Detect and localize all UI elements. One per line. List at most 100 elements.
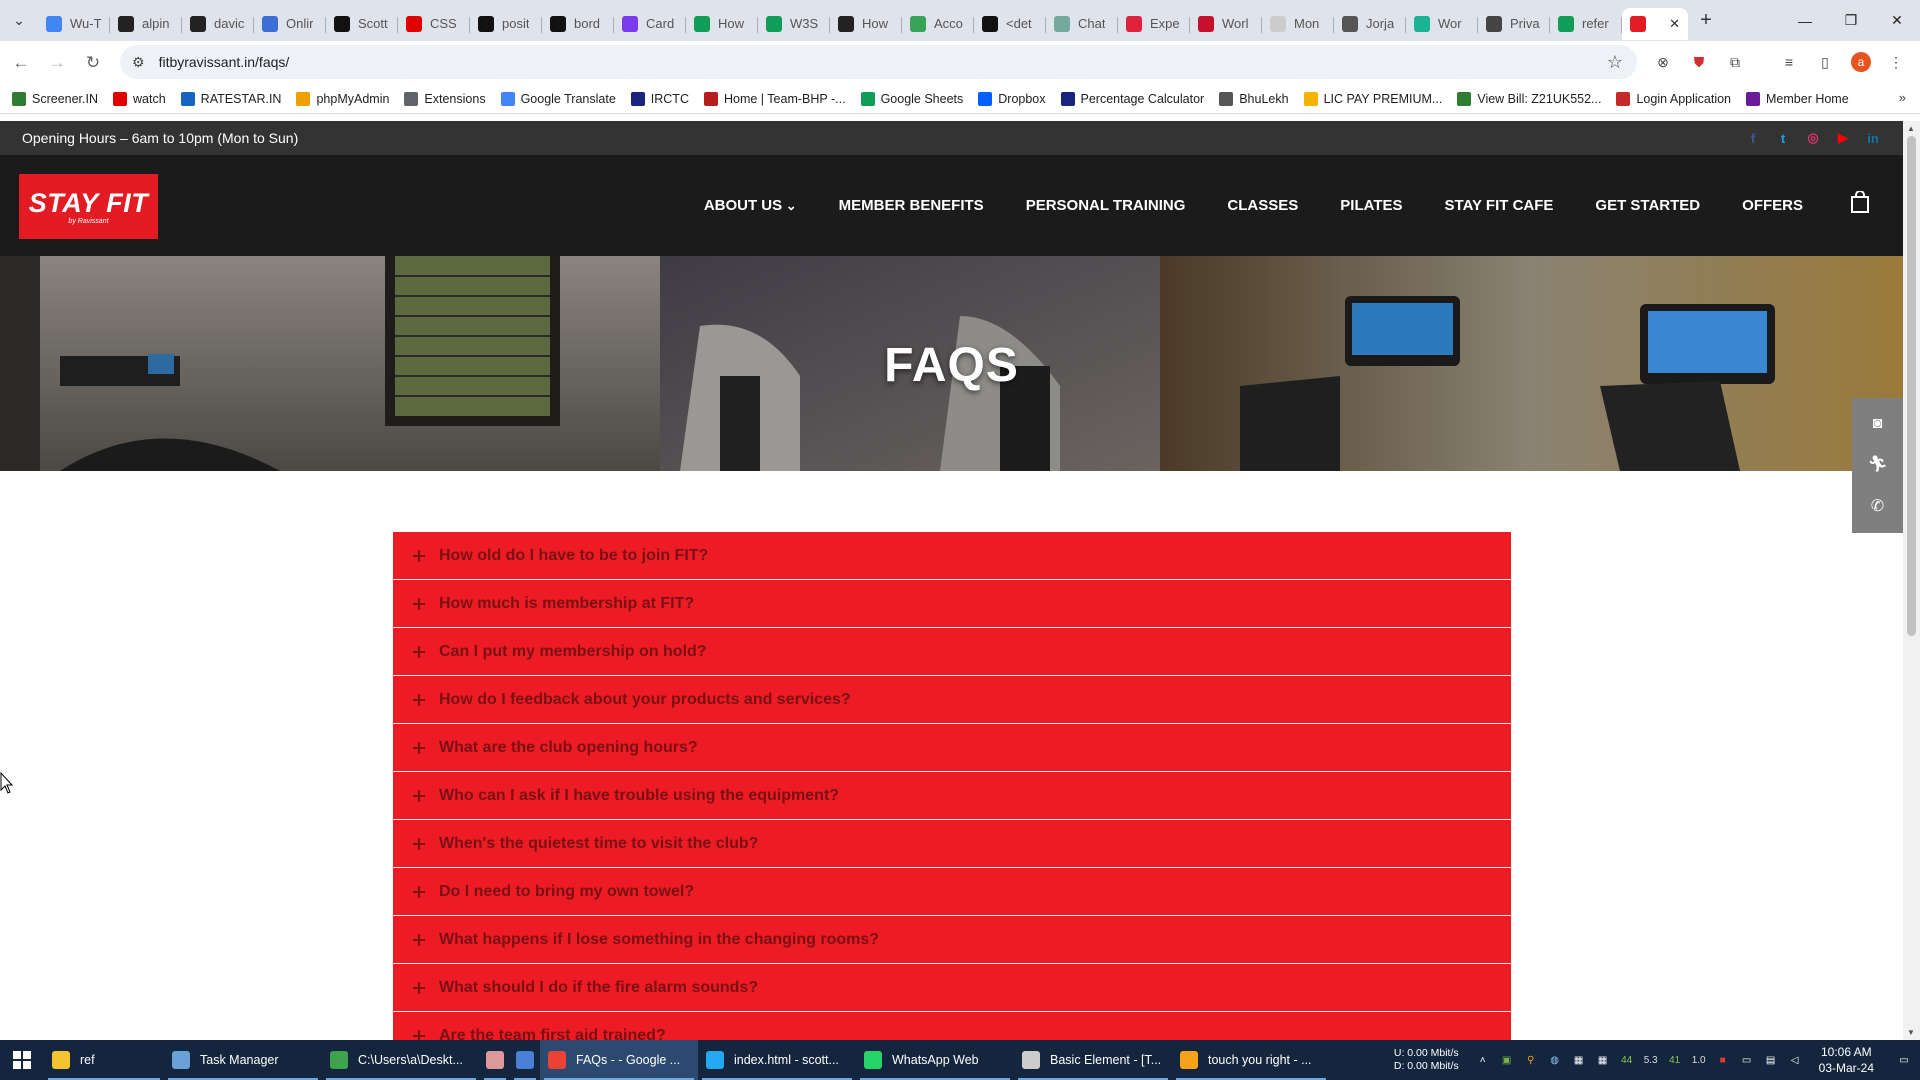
- bookmark-item[interactable]: Member Home: [1746, 91, 1849, 106]
- tray-red-app-icon[interactable]: ■: [1715, 1052, 1731, 1068]
- youtube-icon[interactable]: ▶: [1835, 130, 1851, 146]
- bookmark-item[interactable]: Dropbox: [978, 91, 1046, 106]
- browser-tab[interactable]: Priva: [1478, 8, 1550, 40]
- whatsapp-icon[interactable]: ◙: [1873, 415, 1883, 433]
- network-icon[interactable]: ▤: [1763, 1052, 1779, 1068]
- profile-avatar[interactable]: a: [1851, 52, 1871, 72]
- browser-tab[interactable]: Card: [614, 8, 686, 40]
- restore-button[interactable]: ❐: [1828, 0, 1874, 41]
- globe-icon[interactable]: ◍: [1547, 1052, 1563, 1068]
- url-text[interactable]: fitbyravissant.in/faqs/: [159, 54, 290, 70]
- address-bar[interactable]: ⚙ fitbyravissant.in/faqs/ ☆: [120, 45, 1637, 79]
- nav-item-about-us[interactable]: ABOUT US ⌄: [704, 197, 797, 214]
- bookmark-item[interactable]: BhuLekh: [1219, 91, 1289, 106]
- browser-tab[interactable]: Expe: [1118, 8, 1190, 40]
- search-icon[interactable]: ⚲: [1523, 1052, 1539, 1068]
- browser-tab[interactable]: How: [830, 8, 902, 40]
- puzzle-extensions-icon[interactable]: ⧉: [1722, 49, 1748, 75]
- taskbar-app[interactable]: FAQs - - Google ...: [540, 1040, 698, 1080]
- faq-item[interactable]: How do I feedback about your products an…: [393, 676, 1511, 724]
- bookmark-item[interactable]: Extensions: [404, 91, 486, 106]
- taskbar-app[interactable]: touch you right - ...: [1172, 1040, 1330, 1080]
- browser-tab[interactable]: Wor: [1406, 8, 1478, 40]
- bookmark-item[interactable]: Screener.IN: [12, 91, 98, 106]
- nav-item-pilates[interactable]: PILATES: [1340, 197, 1402, 214]
- reload-button[interactable]: ↻: [78, 48, 108, 78]
- bookmark-item[interactable]: View Bill: Z21UK552...: [1457, 91, 1601, 106]
- nav-item-classes[interactable]: CLASSES: [1227, 197, 1298, 214]
- browser-tab[interactable]: W3S: [758, 8, 830, 40]
- taskbar-app[interactable]: C:\Users\a\Deskt...: [322, 1040, 480, 1080]
- clock[interactable]: 10:06 AM 03-Mar-24: [1819, 1044, 1874, 1076]
- bookmark-item[interactable]: Login Application: [1616, 91, 1731, 106]
- forward-button[interactable]: →: [42, 48, 72, 78]
- browser-tab[interactable]: alpin: [110, 8, 182, 40]
- back-button[interactable]: ←: [6, 48, 36, 78]
- browser-tab[interactable]: How: [686, 8, 758, 40]
- nav-item-stay-fit-cafe[interactable]: STAY FIT CAFE: [1445, 197, 1554, 214]
- bookmark-item[interactable]: IRCTC: [630, 91, 689, 106]
- calendar-27-icon[interactable]: ▦: [1595, 1052, 1611, 1068]
- taskbar-app[interactable]: [480, 1040, 510, 1080]
- scroll-down-arrow-icon[interactable]: ▼: [1907, 1028, 1915, 1037]
- faq-item[interactable]: How old do I have to be to join FIT?: [393, 532, 1511, 580]
- media-control-icon[interactable]: ≡: [1776, 49, 1802, 75]
- new-tab-button[interactable]: +: [1688, 9, 1724, 32]
- menu-icon[interactable]: ⋮: [1883, 49, 1909, 75]
- nav-item-get-started[interactable]: GET STARTED: [1595, 197, 1700, 214]
- browser-tab[interactable]: refer: [1550, 8, 1622, 40]
- browser-tab[interactable]: Mon: [1262, 8, 1334, 40]
- taskbar-app[interactable]: [510, 1040, 540, 1080]
- calendar-icon[interactable]: ▦: [1571, 1052, 1587, 1068]
- tab-active[interactable]: ✕: [1622, 7, 1688, 40]
- instagram-icon[interactable]: ◎: [1805, 130, 1821, 146]
- bookmark-item[interactable]: phpMyAdmin: [296, 91, 389, 106]
- close-tab-icon[interactable]: ✕: [1669, 16, 1680, 32]
- side-panel-icon[interactable]: ▯: [1812, 49, 1838, 75]
- taskbar-app[interactable]: Basic Element - [T...: [1014, 1040, 1172, 1080]
- close-window-button[interactable]: ✕: [1874, 0, 1920, 41]
- nav-item-offers[interactable]: OFFERS: [1742, 197, 1803, 214]
- browser-tab[interactable]: Chat: [1046, 8, 1118, 40]
- browser-tab[interactable]: posit: [470, 8, 542, 40]
- twitter-icon[interactable]: t: [1775, 130, 1791, 146]
- browser-tab[interactable]: Jorja: [1334, 8, 1406, 40]
- notifications-icon[interactable]: ▭: [1896, 1052, 1912, 1068]
- start-button[interactable]: [0, 1040, 44, 1080]
- bookmark-item[interactable]: Percentage Calculator: [1060, 91, 1204, 106]
- faq-item[interactable]: What are the club opening hours?: [393, 724, 1511, 772]
- site-info-icon[interactable]: ⚙: [132, 54, 145, 71]
- browser-tab[interactable]: Wu-T: [38, 8, 110, 40]
- taskbar-app[interactable]: Task Manager: [164, 1040, 322, 1080]
- taskbar-app[interactable]: WhatsApp Web: [856, 1040, 1014, 1080]
- tab-search-button[interactable]: ⌄: [0, 0, 38, 41]
- faq-item[interactable]: Who can I ask if I have trouble using th…: [393, 772, 1511, 820]
- taskbar-app[interactable]: index.html - scott...: [698, 1040, 856, 1080]
- stayfit-logo[interactable]: STAY FIT by Ravissant: [19, 174, 158, 239]
- page-scrollbar[interactable]: ▲ ▼: [1903, 121, 1920, 1040]
- browser-tab[interactable]: CSS: [398, 8, 470, 40]
- phone-icon[interactable]: ✆: [1871, 496, 1884, 516]
- tray-app-icon[interactable]: ▣: [1499, 1052, 1515, 1068]
- shopping-bag-icon[interactable]: [1851, 191, 1869, 213]
- bookmark-item[interactable]: RATESTAR.IN: [180, 91, 281, 106]
- battery-icon[interactable]: ▭: [1739, 1052, 1755, 1068]
- browser-tab[interactable]: <det: [974, 8, 1046, 40]
- faq-item[interactable]: What should I do if the fire alarm sound…: [393, 964, 1511, 1012]
- shield-extension-icon[interactable]: ⛊: [1686, 49, 1712, 75]
- chevron-up-icon[interactable]: ˄: [1475, 1052, 1491, 1068]
- more-bookmarks-icon[interactable]: »: [1899, 90, 1906, 105]
- bookmark-item[interactable]: Google Translate: [500, 91, 616, 106]
- extension-icon[interactable]: ⊗: [1650, 49, 1676, 75]
- faq-item[interactable]: Do I need to bring my own towel?: [393, 868, 1511, 916]
- bookmark-star-icon[interactable]: ☆: [1607, 52, 1623, 73]
- linkedin-icon[interactable]: in: [1865, 130, 1881, 146]
- bookmark-item[interactable]: Home | Team-BHP -...: [703, 91, 846, 106]
- browser-tab[interactable]: bord: [542, 8, 614, 40]
- faq-item[interactable]: How much is membership at FIT?: [393, 580, 1511, 628]
- minimize-button[interactable]: —: [1782, 0, 1828, 41]
- volume-icon[interactable]: ◁: [1787, 1052, 1803, 1068]
- browser-tab[interactable]: Worl: [1190, 8, 1262, 40]
- scrollbar-thumb[interactable]: [1907, 136, 1916, 636]
- browser-tab[interactable]: Scott: [326, 8, 398, 40]
